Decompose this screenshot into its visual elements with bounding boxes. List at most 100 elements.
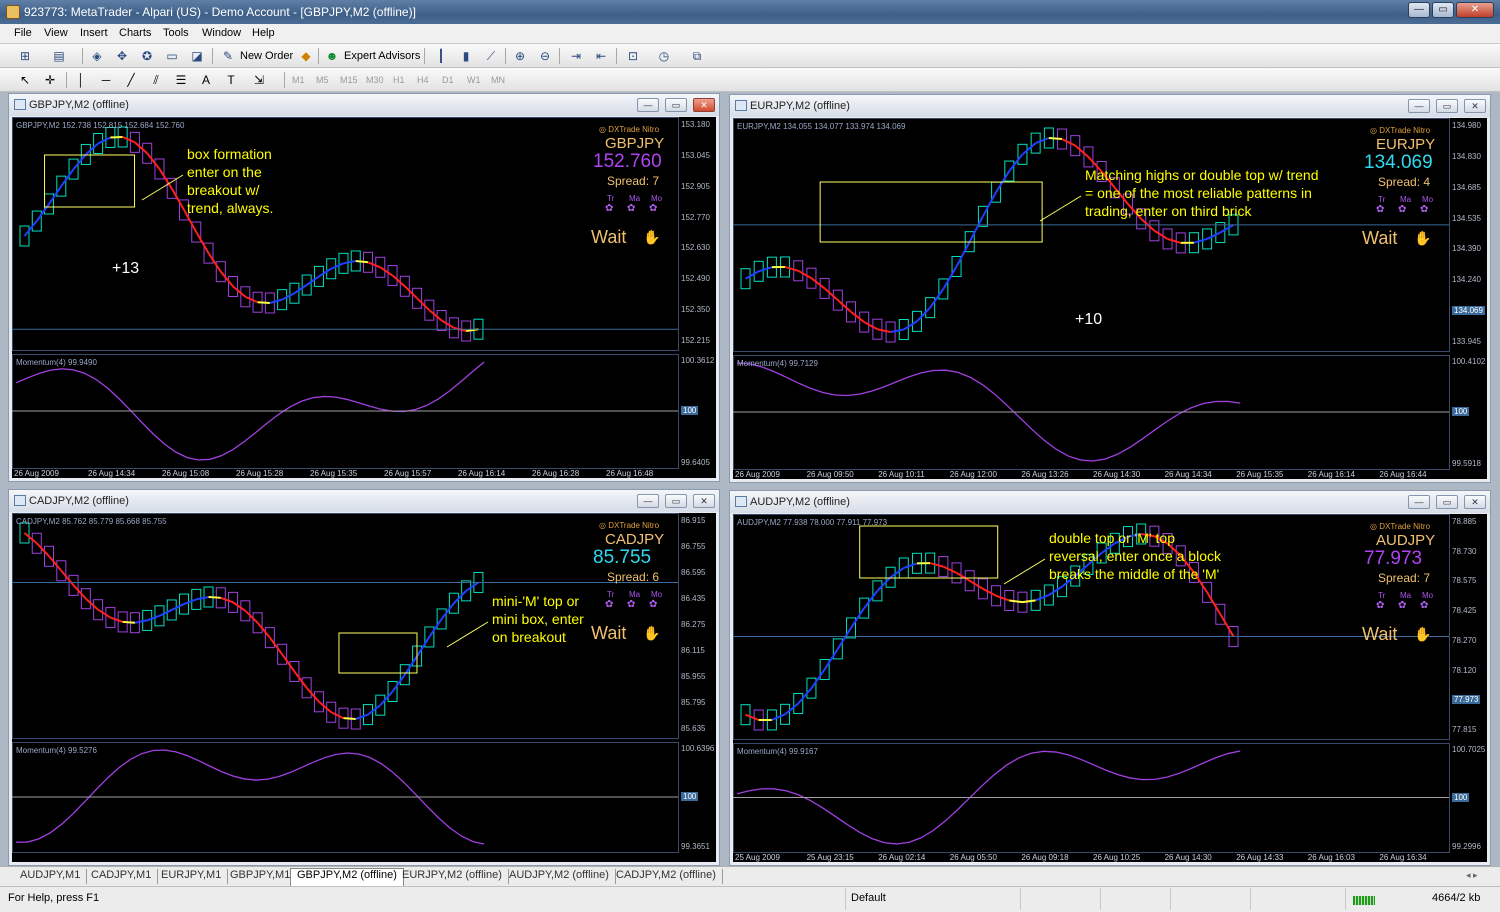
tf-m1[interactable]: M1 <box>292 75 305 85</box>
expert-advisors-button[interactable]: Expert Advisors <box>344 50 420 62</box>
chart-canvas[interactable]: AUDJPY,M2 77.938 78.000 77.911 77.973 ◎ D… <box>733 514 1487 862</box>
ma-segment <box>1022 599 1036 604</box>
chart-minimize-button[interactable]: — <box>637 494 659 508</box>
chart-restore-button[interactable]: ▭ <box>665 98 687 112</box>
trendline-icon[interactable]: ╱ <box>122 72 140 88</box>
chart-canvas[interactable]: GBPJPY,M2 152.738 152.815 152.684 152.76… <box>12 117 716 478</box>
ma-segment <box>850 311 865 323</box>
line-chart-icon[interactable]: ⟋ <box>482 48 500 64</box>
arrows-icon[interactable]: ⇲ <box>250 72 268 88</box>
new-order-button[interactable]: New Order <box>240 50 293 62</box>
ma-segment <box>305 687 320 703</box>
navigator-icon[interactable]: ✥ <box>113 48 131 64</box>
bar-chart-icon[interactable]: ┃ <box>432 48 450 64</box>
expert-advisors-icon[interactable]: ☻ <box>323 48 341 64</box>
tab-cadjpy-m2[interactable]: CADJPY,M2 (offline) <box>610 869 723 884</box>
chart-minimize-button[interactable]: — <box>1408 99 1430 113</box>
chart-close-button[interactable]: ✕ <box>693 98 715 112</box>
chart-title-bar[interactable]: CADJPY,M2 (offline) — ▭ ✕ <box>9 490 719 512</box>
cursor-icon[interactable]: ↖ <box>16 72 34 88</box>
x-axis-label: 26 Aug 16:14 <box>458 469 506 478</box>
chart-close-button[interactable]: ✕ <box>1464 99 1486 113</box>
metaeditor-icon[interactable]: ◆ <box>297 48 315 64</box>
tab-eurjpy-m1[interactable]: EURJPY,M1 <box>155 869 229 884</box>
channel-icon[interactable]: ⫽ <box>147 72 165 88</box>
tab-audjpy-m1[interactable]: AUDJPY,M1 <box>14 869 88 884</box>
text-icon[interactable]: A <box>197 72 215 88</box>
zoom-in-icon[interactable]: ⊕ <box>511 48 529 64</box>
chart-restore-button[interactable]: ▭ <box>1436 495 1458 509</box>
menu-file[interactable]: File <box>14 27 32 39</box>
terminal-icon[interactable]: ▭ <box>163 48 181 64</box>
menu-view[interactable]: View <box>44 27 68 39</box>
candles-icon[interactable]: ▮ <box>457 48 475 64</box>
tab-eurjpy-m2[interactable]: EURJPY,M2 (offline) <box>396 869 509 884</box>
chart-close-button[interactable]: ✕ <box>693 494 715 508</box>
chart-window-gbpjpy[interactable]: GBPJPY,M2 (offline) — ▭ ✕ GBPJPY,M2 152.738 … <box>8 93 720 482</box>
tabs-scroll-icon[interactable]: ◂ ▸ <box>1466 870 1478 881</box>
tf-h4[interactable]: H4 <box>417 75 429 85</box>
menu-charts[interactable]: Charts <box>119 27 151 39</box>
menu-insert[interactable]: Insert <box>80 27 108 39</box>
close-button[interactable]: ✕ <box>1456 2 1494 18</box>
chart-title-bar[interactable]: GBPJPY,M2 (offline) — ▭ ✕ <box>9 94 719 116</box>
templates-icon[interactable]: ⧉ <box>688 48 706 64</box>
chart-close-button[interactable]: ✕ <box>1464 495 1486 509</box>
tab-gbpjpy-m2[interactable]: GBPJPY,M2 (offline) <box>290 868 404 886</box>
profiles-icon[interactable]: ▤ <box>50 48 68 64</box>
hline-icon[interactable]: ─ <box>97 72 115 88</box>
status-traffic: 4664/2 kb <box>1432 892 1481 904</box>
menu-window[interactable]: Window <box>202 27 241 39</box>
zoom-out-icon[interactable]: ⊖ <box>536 48 554 64</box>
y-axis-label: 85.955 <box>681 672 706 681</box>
wait-label: Wait <box>591 227 627 247</box>
fibo-icon[interactable]: ☰ <box>172 72 190 88</box>
folder-icon[interactable]: ✪ <box>138 48 156 64</box>
chart-restore-button[interactable]: ▭ <box>1436 99 1458 113</box>
ma-segment <box>97 608 111 619</box>
tf-h1[interactable]: H1 <box>393 75 405 85</box>
tf-m30[interactable]: M30 <box>366 75 384 85</box>
menu-help[interactable]: Help <box>252 27 275 39</box>
maximize-button[interactable]: ▭ <box>1432 2 1454 18</box>
chart-title-bar[interactable]: AUDJPY,M2 (offline) — ▭ ✕ <box>730 491 1490 513</box>
tab-cadjpy-m1[interactable]: CADJPY,M1 <box>85 869 159 884</box>
chart-canvas[interactable]: CADJPY,M2 85.762 85.779 85.668 85.755 ◎ D… <box>12 513 716 862</box>
chart-restore-button[interactable]: ▭ <box>665 494 687 508</box>
chart-canvas[interactable]: EURJPY,M2 134.055 134.077 133.974 134.06… <box>733 118 1487 479</box>
tester-icon[interactable]: ◪ <box>188 48 206 64</box>
periods-icon[interactable]: ◷ <box>655 48 673 64</box>
tf-d1[interactable]: D1 <box>442 75 454 85</box>
annotation-arrow <box>1039 195 1082 222</box>
x-axis-label: 26 Aug 15:57 <box>384 469 432 478</box>
tab-gbpjpy-m1[interactable]: GBPJPY,M1 <box>224 869 298 884</box>
ma-segment <box>877 328 891 333</box>
chart-workspace: GBPJPY,M2 (offline) — ▭ ✕ GBPJPY,M2 152.738 … <box>0 92 1500 866</box>
tf-mn[interactable]: MN <box>491 75 505 85</box>
menu-tools[interactable]: Tools <box>163 27 189 39</box>
x-axis-label: 26 Aug 10:11 <box>878 470 925 479</box>
tf-m5[interactable]: M5 <box>316 75 329 85</box>
tf-w1[interactable]: W1 <box>467 75 481 85</box>
chart-window-audjpy[interactable]: AUDJPY,M2 (offline) — ▭ ✕ AUDJPY,M2 77.938 7… <box>729 490 1491 866</box>
signal-tr-icon: ✿ <box>605 599 614 610</box>
chart-shift-icon[interactable]: ⇤ <box>592 48 610 64</box>
tf-m15[interactable]: M15 <box>340 75 358 85</box>
tab-audjpy-m2[interactable]: AUDJPY,M2 (offline) <box>503 869 616 884</box>
market-watch-icon[interactable]: ◈ <box>88 48 106 64</box>
minimize-button[interactable]: — <box>1408 2 1430 18</box>
chart-window-eurjpy[interactable]: EURJPY,M2 (offline) — ▭ ✕ EURJPY,M2 134.055 … <box>729 94 1491 483</box>
label-icon[interactable]: T <box>222 72 240 88</box>
chart-title-bar[interactable]: EURJPY,M2 (offline) — ▭ ✕ <box>730 95 1490 117</box>
new-order-icon[interactable]: ✎ <box>219 48 237 64</box>
autoscroll-icon[interactable]: ⇥ <box>567 48 585 64</box>
chart-minimize-button[interactable]: — <box>1408 495 1430 509</box>
chart-window-cadjpy[interactable]: CADJPY,M2 (offline) — ▭ ✕ CADJPY,M2 85.762 8… <box>8 489 720 866</box>
crosshair-icon[interactable]: ✛ <box>41 72 59 88</box>
vline-icon[interactable]: │ <box>72 72 90 88</box>
chart-minimize-button[interactable]: — <box>637 98 659 112</box>
ma-segment <box>23 532 38 545</box>
ma-segment <box>890 567 905 579</box>
indicators-icon[interactable]: ⊡ <box>624 48 642 64</box>
new-chart-icon[interactable]: ⊞ <box>16 48 34 64</box>
